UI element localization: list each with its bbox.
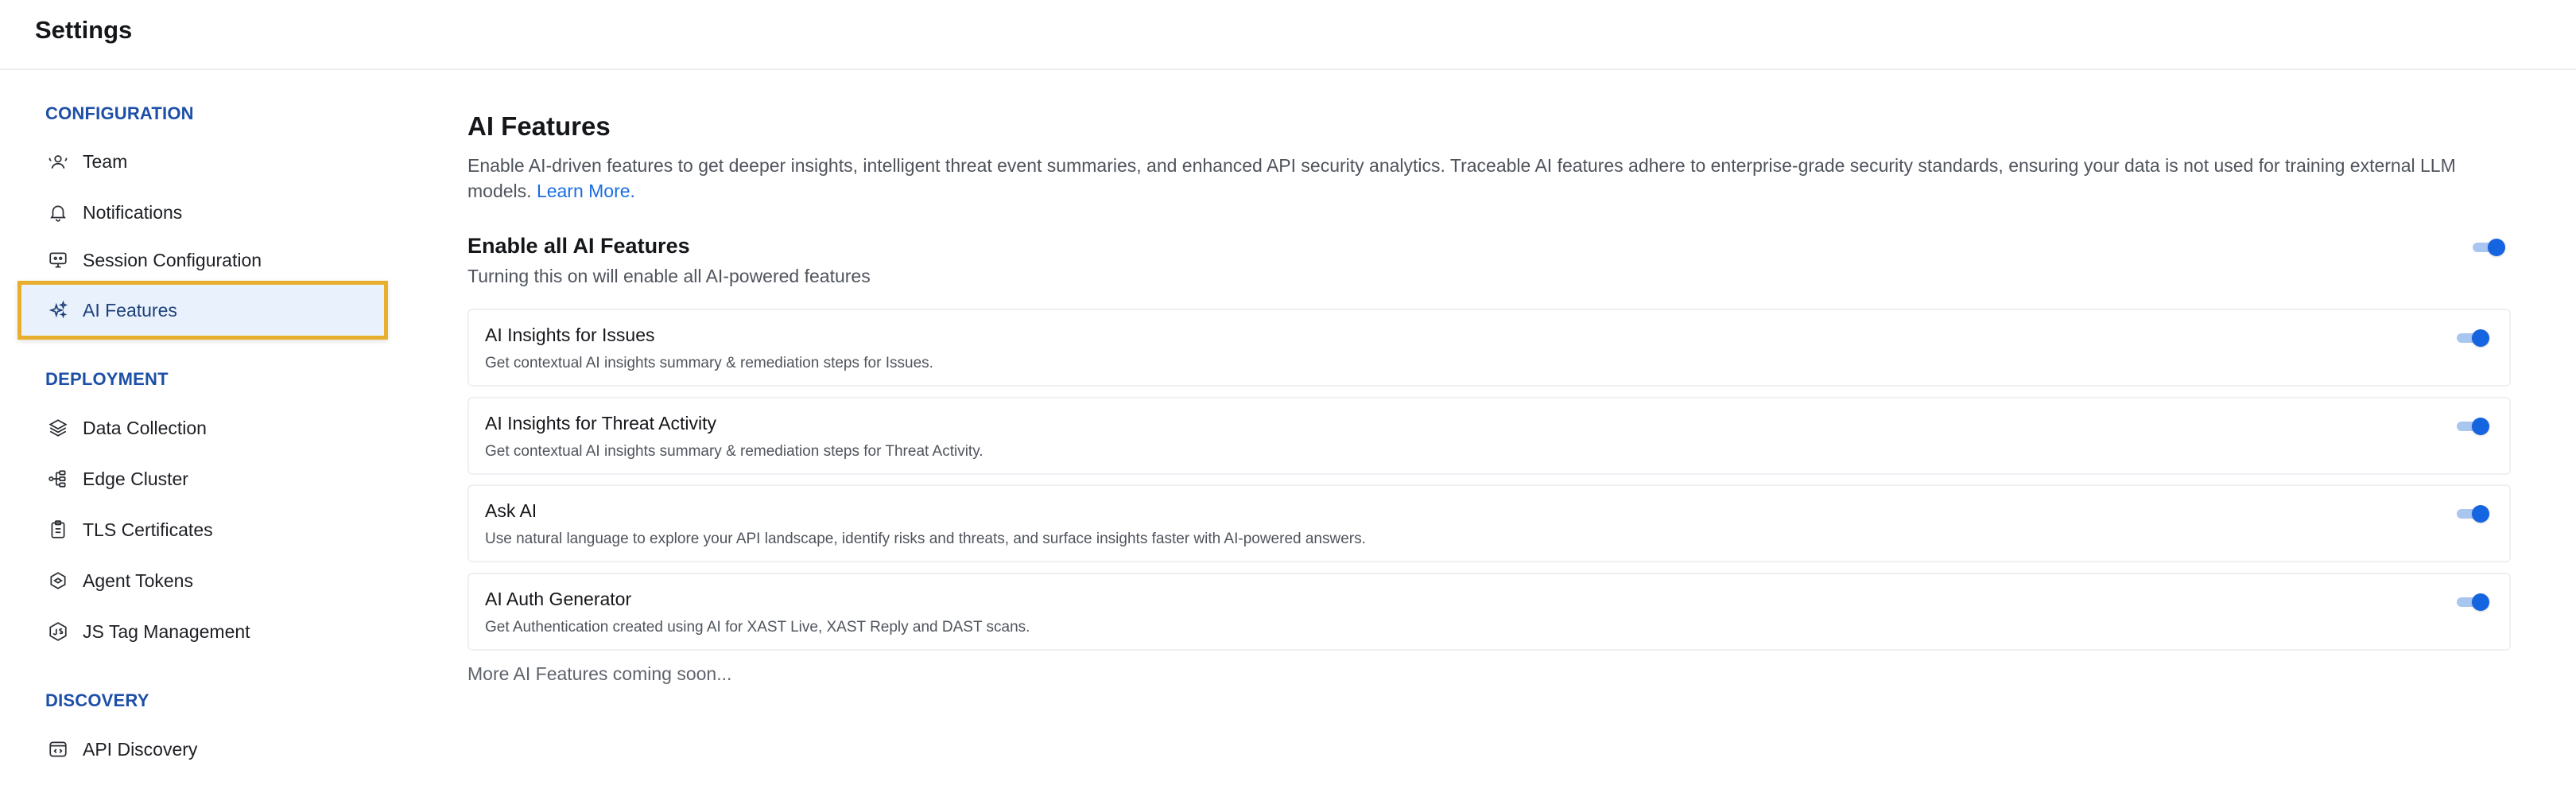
description-text: Enable AI-driven features to get deeper …: [467, 155, 2456, 201]
coming-soon-note: More AI Features coming soon...: [467, 663, 732, 684]
sidebar-item-js-tag-management[interactable]: JS Tag Management: [17, 602, 388, 661]
session-icon: [46, 248, 70, 272]
feature-title: Ask AI: [485, 500, 537, 521]
team-icon: [46, 150, 70, 173]
toggle-knob: [2488, 239, 2505, 256]
sidebar-item-label: Agent Tokens: [83, 570, 193, 591]
sidebar-item-team[interactable]: Team: [17, 132, 388, 191]
sidebar-item-ai-features[interactable]: AI Features: [17, 281, 388, 340]
sidebar-item-agent-tokens[interactable]: Agent Tokens: [17, 551, 388, 610]
enable-all-title: Enable all AI Features: [467, 234, 690, 258]
sidebar-item-label: Edge Cluster: [83, 468, 188, 489]
toggle-knob: [2472, 505, 2489, 523]
header: Settings: [0, 0, 2576, 70]
sidebar-item-label: Session Configuration: [83, 249, 262, 270]
layers-icon: [46, 416, 70, 440]
feature-card-ai-insights-threat-activity: AI Insights for Threat Activity Get cont…: [467, 397, 2511, 475]
sidebar-item-label: API Discovery: [83, 738, 198, 760]
feature-title: AI Insights for Issues: [485, 325, 655, 345]
sidebar-item-label: TLS Certificates: [83, 519, 213, 540]
sidebar-item-tls-certificates[interactable]: TLS Certificates: [17, 500, 388, 559]
learn-more-link[interactable]: Learn More.: [537, 181, 635, 201]
feature-description: Get Authentication created using AI for …: [485, 619, 1030, 636]
sidebar-item-api-discovery[interactable]: API Discovery: [17, 720, 388, 779]
section-heading-configuration: CONFIGURATION: [45, 103, 194, 123]
feature-card-ai-insights-issues: AI Insights for Issues Get contextual AI…: [467, 309, 2511, 387]
sidebar: CONFIGURATION Team Notifications Session…: [0, 70, 413, 797]
feature-title: AI Auth Generator: [485, 589, 632, 609]
page-title: Settings: [35, 16, 133, 44]
feature-title: AI Insights for Threat Activity: [485, 413, 717, 433]
sidebar-item-label: Notifications: [83, 201, 183, 223]
feature-description: Get contextual AI insights summary & rem…: [485, 443, 983, 460]
toggle-knob: [2472, 329, 2489, 347]
section-heading-deployment: DEPLOYMENT: [45, 369, 169, 389]
feature-toggle-ai-insights-threat-activity[interactable]: [2457, 418, 2489, 435]
token-icon: [46, 569, 70, 593]
feature-toggle-ai-insights-issues[interactable]: [2457, 329, 2489, 347]
sidebar-item-label: Team: [83, 150, 128, 172]
cluster-icon: [46, 467, 70, 491]
section-description: Enable AI-driven features to get deeper …: [467, 153, 2511, 204]
sidebar-item-edge-cluster[interactable]: Edge Cluster: [17, 449, 388, 508]
feature-description: Get contextual AI insights summary & rem…: [485, 355, 933, 371]
enable-all-toggle[interactable]: [2473, 239, 2505, 256]
toggle-knob: [2472, 418, 2489, 435]
bell-icon: [46, 200, 70, 224]
sidebar-item-label: JS Tag Management: [83, 620, 250, 642]
feature-toggle-ai-auth-generator[interactable]: [2457, 593, 2489, 611]
sidebar-item-label: AI Features: [83, 299, 177, 321]
code-window-icon: [46, 737, 70, 761]
section-title: AI Features: [467, 111, 611, 141]
feature-description: Use natural language to explore your API…: [485, 531, 1366, 547]
clipboard-icon: [46, 518, 70, 542]
feature-card-ask-ai: Ask AI Use natural language to explore y…: [467, 484, 2511, 562]
enable-all-subtitle: Turning this on will enable all AI-power…: [467, 266, 871, 286]
js-tag-icon: [46, 620, 70, 643]
sidebar-item-label: Data Collection: [83, 417, 207, 438]
section-heading-discovery: DISCOVERY: [45, 690, 149, 710]
feature-card-ai-auth-generator: AI Auth Generator Get Authentication cre…: [467, 573, 2511, 651]
toggle-knob: [2472, 593, 2489, 611]
feature-toggle-ask-ai[interactable]: [2457, 505, 2489, 523]
sparkle-icon: [46, 298, 70, 322]
sidebar-item-data-collection[interactable]: Data Collection: [17, 398, 388, 457]
